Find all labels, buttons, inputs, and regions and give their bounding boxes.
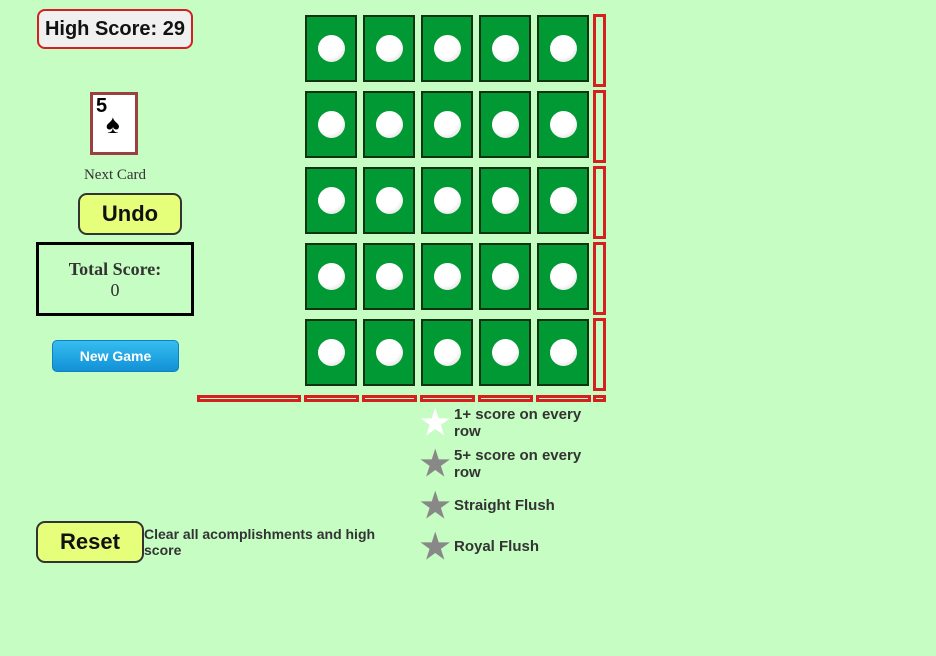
grid-cell[interactable] — [305, 91, 357, 158]
grid-cell[interactable] — [421, 319, 473, 386]
empty-slot-icon — [434, 35, 461, 62]
grid-cell[interactable] — [479, 15, 531, 82]
grid-cell[interactable] — [537, 319, 589, 386]
grid-cell[interactable] — [537, 91, 589, 158]
row-score — [593, 90, 606, 163]
column-score — [536, 395, 591, 402]
column-score — [304, 395, 359, 402]
spade-icon: ♠ — [106, 109, 120, 139]
grid-cell[interactable] — [305, 319, 357, 386]
empty-slot-icon — [492, 339, 519, 366]
reset-description: Clear all acomplishments and high score — [144, 526, 376, 558]
diagonal-score — [197, 395, 301, 402]
star-icon: ★ — [420, 445, 451, 483]
grid-cell[interactable] — [363, 167, 415, 234]
next-card: 5 ♠ — [90, 92, 138, 155]
empty-slot-icon — [376, 111, 403, 138]
high-score: High Score: 29 — [37, 9, 193, 49]
grid-cell[interactable] — [421, 243, 473, 310]
new-game-button[interactable]: New Game — [52, 340, 179, 372]
grid-cell[interactable] — [537, 167, 589, 234]
empty-slot-icon — [376, 187, 403, 214]
empty-slot-icon — [318, 111, 345, 138]
grid-cell[interactable] — [305, 167, 357, 234]
reset-button[interactable]: Reset — [36, 521, 144, 563]
column-score — [478, 395, 533, 402]
empty-slot-icon — [550, 111, 577, 138]
star-icon: ★ — [420, 528, 451, 566]
grid-cell[interactable] — [479, 243, 531, 310]
grid-cell[interactable] — [421, 15, 473, 82]
grid-cell[interactable] — [305, 243, 357, 310]
empty-slot-icon — [550, 187, 577, 214]
star-icon: ★ — [420, 404, 451, 442]
grid-cell[interactable] — [363, 243, 415, 310]
grid-cell[interactable] — [421, 91, 473, 158]
empty-slot-icon — [550, 263, 577, 290]
undo-button[interactable]: Undo — [78, 193, 182, 235]
next-card-label: Next Card — [83, 167, 147, 183]
grid-cell[interactable] — [537, 15, 589, 82]
grid-cell[interactable] — [363, 91, 415, 158]
row-score — [593, 166, 606, 239]
row-score — [593, 318, 606, 391]
grid-cell[interactable] — [421, 167, 473, 234]
achievement-1: ★ 1+ score on every row — [420, 404, 582, 442]
achievement-4: ★ Royal Flush — [420, 528, 540, 566]
achievement-2: ★ 5+ score on every row — [420, 445, 582, 483]
empty-slot-icon — [492, 35, 519, 62]
row-score — [593, 14, 606, 87]
empty-slot-icon — [492, 187, 519, 214]
empty-slot-icon — [550, 35, 577, 62]
total-score-box: Total Score: 0 — [36, 242, 194, 316]
grid-cell[interactable] — [537, 243, 589, 310]
column-score — [420, 395, 475, 402]
empty-slot-icon — [318, 263, 345, 290]
grid-cell[interactable] — [479, 319, 531, 386]
empty-slot-icon — [492, 263, 519, 290]
corner-score — [593, 395, 606, 402]
empty-slot-icon — [434, 263, 461, 290]
grid-cell[interactable] — [479, 167, 531, 234]
empty-slot-icon — [434, 187, 461, 214]
grid-cell[interactable] — [363, 319, 415, 386]
empty-slot-icon — [492, 111, 519, 138]
empty-slot-icon — [318, 339, 345, 366]
column-score — [362, 395, 417, 402]
grid-cell[interactable] — [479, 91, 531, 158]
total-score-value: 0 — [110, 280, 120, 300]
empty-slot-icon — [376, 35, 403, 62]
empty-slot-icon — [376, 263, 403, 290]
empty-slot-icon — [434, 111, 461, 138]
achievement-3: ★ Straight Flush — [420, 487, 555, 525]
empty-slot-icon — [318, 187, 345, 214]
row-score — [593, 242, 606, 315]
total-score-label: Total Score: — [68, 259, 162, 279]
empty-slot-icon — [376, 339, 403, 366]
empty-slot-icon — [318, 35, 345, 62]
empty-slot-icon — [550, 339, 577, 366]
grid-cell[interactable] — [305, 15, 357, 82]
empty-slot-icon — [434, 339, 461, 366]
star-icon: ★ — [420, 487, 451, 525]
grid-cell[interactable] — [363, 15, 415, 82]
